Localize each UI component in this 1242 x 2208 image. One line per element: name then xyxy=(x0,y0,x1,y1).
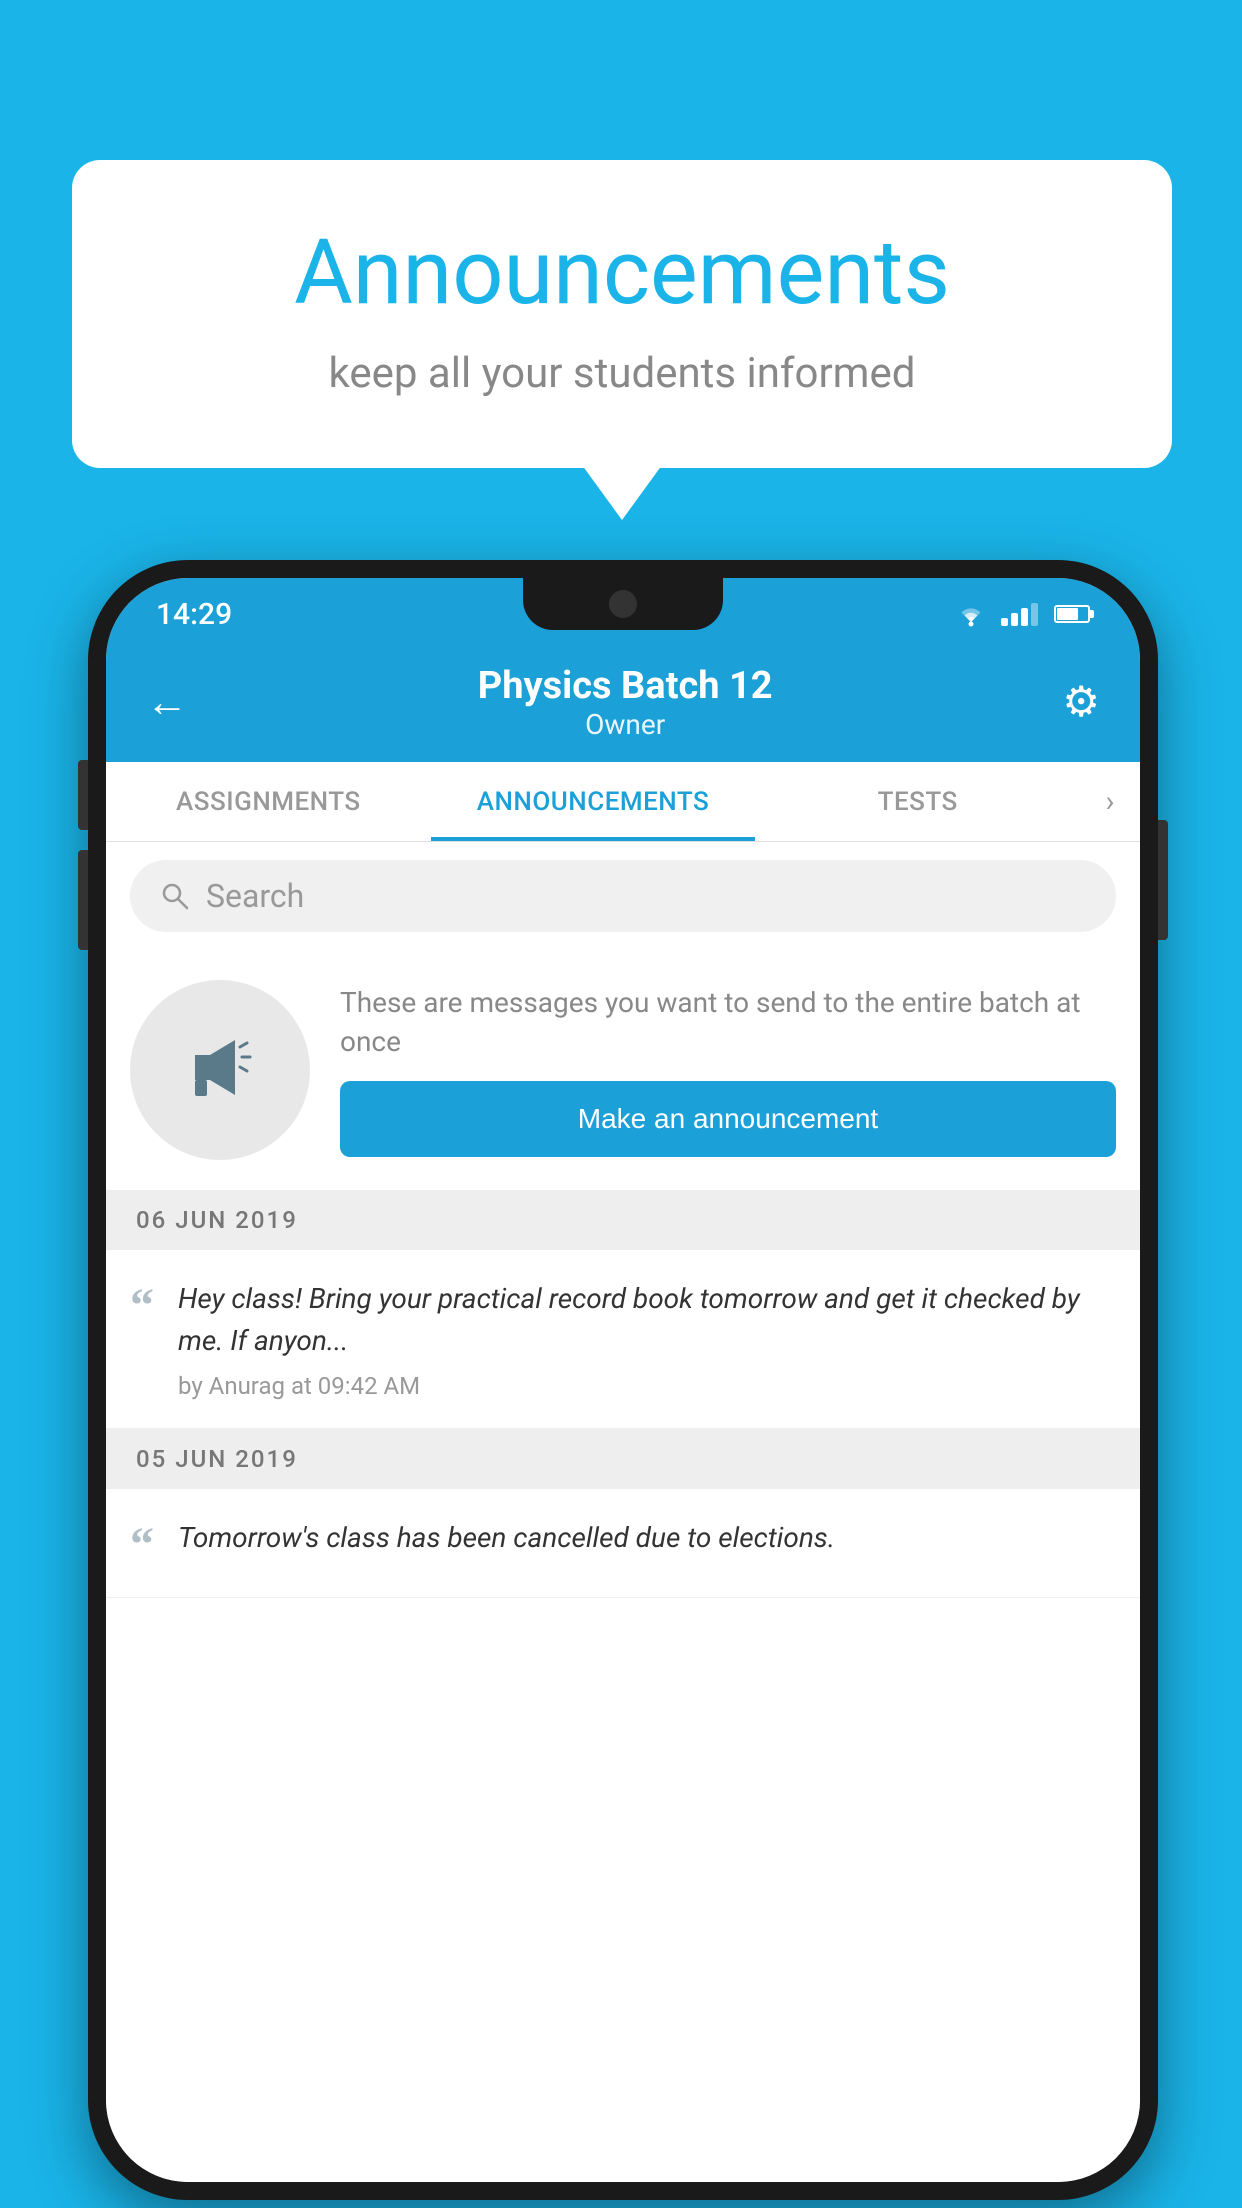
header-title: Physics Batch 12 xyxy=(478,664,773,708)
wifi-icon xyxy=(953,600,989,628)
announcement-content-1: Hey class! Bring your practical record b… xyxy=(178,1278,1116,1400)
announcement-item-2[interactable]: “ Tomorrow's class has been cancelled du… xyxy=(106,1489,1140,1598)
header-subtitle: Owner xyxy=(478,708,773,741)
quote-icon-1: “ xyxy=(130,1278,154,1330)
search-container: Search xyxy=(106,842,1140,950)
volume-up-button xyxy=(78,760,88,830)
date-label-2: 05 JUN 2019 xyxy=(136,1445,298,1473)
announcement-item-1[interactable]: “ Hey class! Bring your practical record… xyxy=(106,1250,1140,1429)
tab-more[interactable]: › xyxy=(1080,784,1140,819)
header-center: Physics Batch 12 Owner xyxy=(478,664,773,741)
phone-container: 14:29 xyxy=(88,560,1158,2200)
search-bar[interactable]: Search xyxy=(130,860,1116,932)
quote-icon-2: “ xyxy=(130,1517,154,1569)
megaphone-icon xyxy=(175,1025,265,1115)
search-icon xyxy=(160,881,190,911)
make-announcement-button[interactable]: Make an announcement xyxy=(340,1081,1116,1157)
settings-icon[interactable]: ⚙ xyxy=(1062,677,1100,727)
announcement-content-2: Tomorrow's class has been cancelled due … xyxy=(178,1517,835,1569)
intro-description: These are messages you want to send to t… xyxy=(340,983,1116,1061)
signal-icon xyxy=(1001,603,1038,626)
announcement-intro-right: These are messages you want to send to t… xyxy=(340,983,1116,1157)
front-camera xyxy=(609,590,637,618)
back-button[interactable]: ← xyxy=(146,678,188,727)
phone-screen: 14:29 xyxy=(106,578,1140,2182)
tab-announcements[interactable]: ANNOUNCEMENTS xyxy=(431,762,756,841)
status-icons xyxy=(953,600,1090,628)
screen-content: Search These ar xyxy=(106,842,1140,2182)
announcement-intro: These are messages you want to send to t… xyxy=(106,950,1140,1190)
volume-down-button xyxy=(78,850,88,950)
announcement-text-1: Hey class! Bring your practical record b… xyxy=(178,1278,1116,1362)
tab-tests[interactable]: TESTS xyxy=(755,762,1080,841)
bubble-title: Announcements xyxy=(152,220,1092,325)
power-button xyxy=(1158,820,1168,940)
speech-bubble: Announcements keep all your students inf… xyxy=(72,160,1172,468)
status-time: 14:29 xyxy=(156,597,232,632)
bubble-subtitle: keep all your students informed xyxy=(152,349,1092,398)
date-label-1: 06 JUN 2019 xyxy=(136,1206,298,1234)
tab-assignments[interactable]: ASSIGNMENTS xyxy=(106,762,431,841)
date-separator-1: 06 JUN 2019 xyxy=(106,1190,1140,1250)
speech-bubble-container: Announcements keep all your students inf… xyxy=(72,160,1172,468)
tabs-bar: ASSIGNMENTS ANNOUNCEMENTS TESTS › xyxy=(106,762,1140,842)
search-input[interactable]: Search xyxy=(206,877,304,915)
phone-frame: 14:29 xyxy=(88,560,1158,2200)
announcement-meta-1: by Anurag at 09:42 AM xyxy=(178,1372,1116,1400)
battery-icon xyxy=(1054,605,1090,623)
phone-notch xyxy=(523,578,723,630)
megaphone-circle xyxy=(130,980,310,1160)
announcement-text-2: Tomorrow's class has been cancelled due … xyxy=(178,1517,835,1559)
app-header: ← Physics Batch 12 Owner ⚙ xyxy=(106,642,1140,762)
date-separator-2: 05 JUN 2019 xyxy=(106,1429,1140,1489)
